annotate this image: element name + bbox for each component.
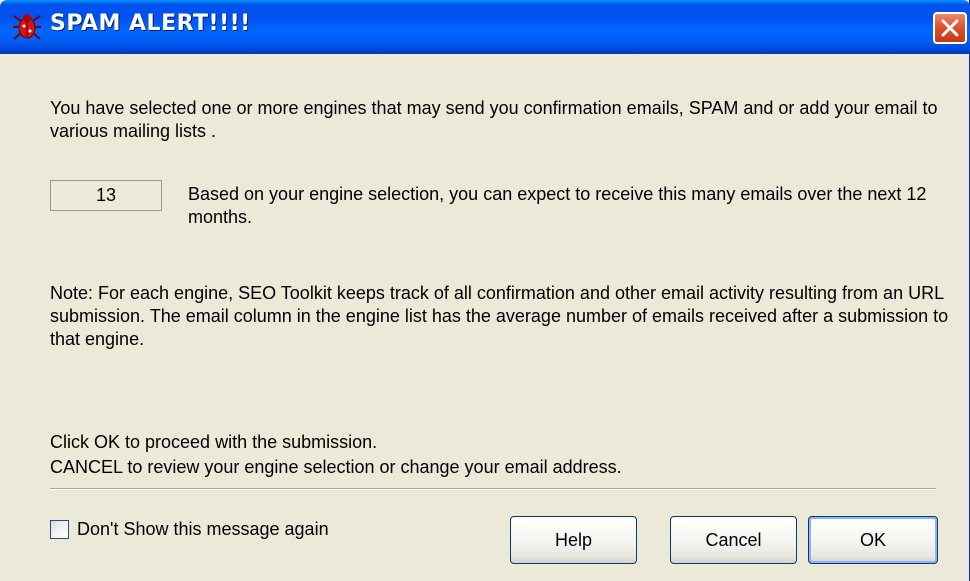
instruction-ok-text: Click OK to proceed with the submission.	[50, 432, 378, 452]
intro-text: You have selected one or more engines th…	[50, 98, 938, 141]
divider	[50, 488, 936, 490]
close-button[interactable]	[933, 12, 967, 44]
count-description: Based on your engine selection, you can …	[188, 184, 927, 227]
title-bar[interactable]: SPAM ALERT!!!!	[0, 0, 970, 54]
email-count-field: 13	[50, 180, 162, 211]
cancel-button[interactable]: Cancel	[670, 516, 797, 564]
red-bug-icon	[12, 13, 42, 41]
instruction-cancel-text: CANCEL to review your engine selection o…	[50, 457, 622, 477]
ok-button[interactable]: OK	[808, 516, 938, 564]
dont-show-again-checkbox[interactable]	[50, 520, 69, 539]
help-button[interactable]: Help	[510, 516, 637, 564]
dont-show-again-label[interactable]: Don't Show this message again	[77, 518, 329, 541]
close-icon	[941, 19, 959, 37]
spam-alert-dialog: SPAM ALERT!!!! You have selected one or …	[0, 0, 970, 581]
window-title: SPAM ALERT!!!!	[50, 11, 251, 36]
note-text: Note: For each engine, SEO Toolkit keeps…	[50, 283, 949, 349]
